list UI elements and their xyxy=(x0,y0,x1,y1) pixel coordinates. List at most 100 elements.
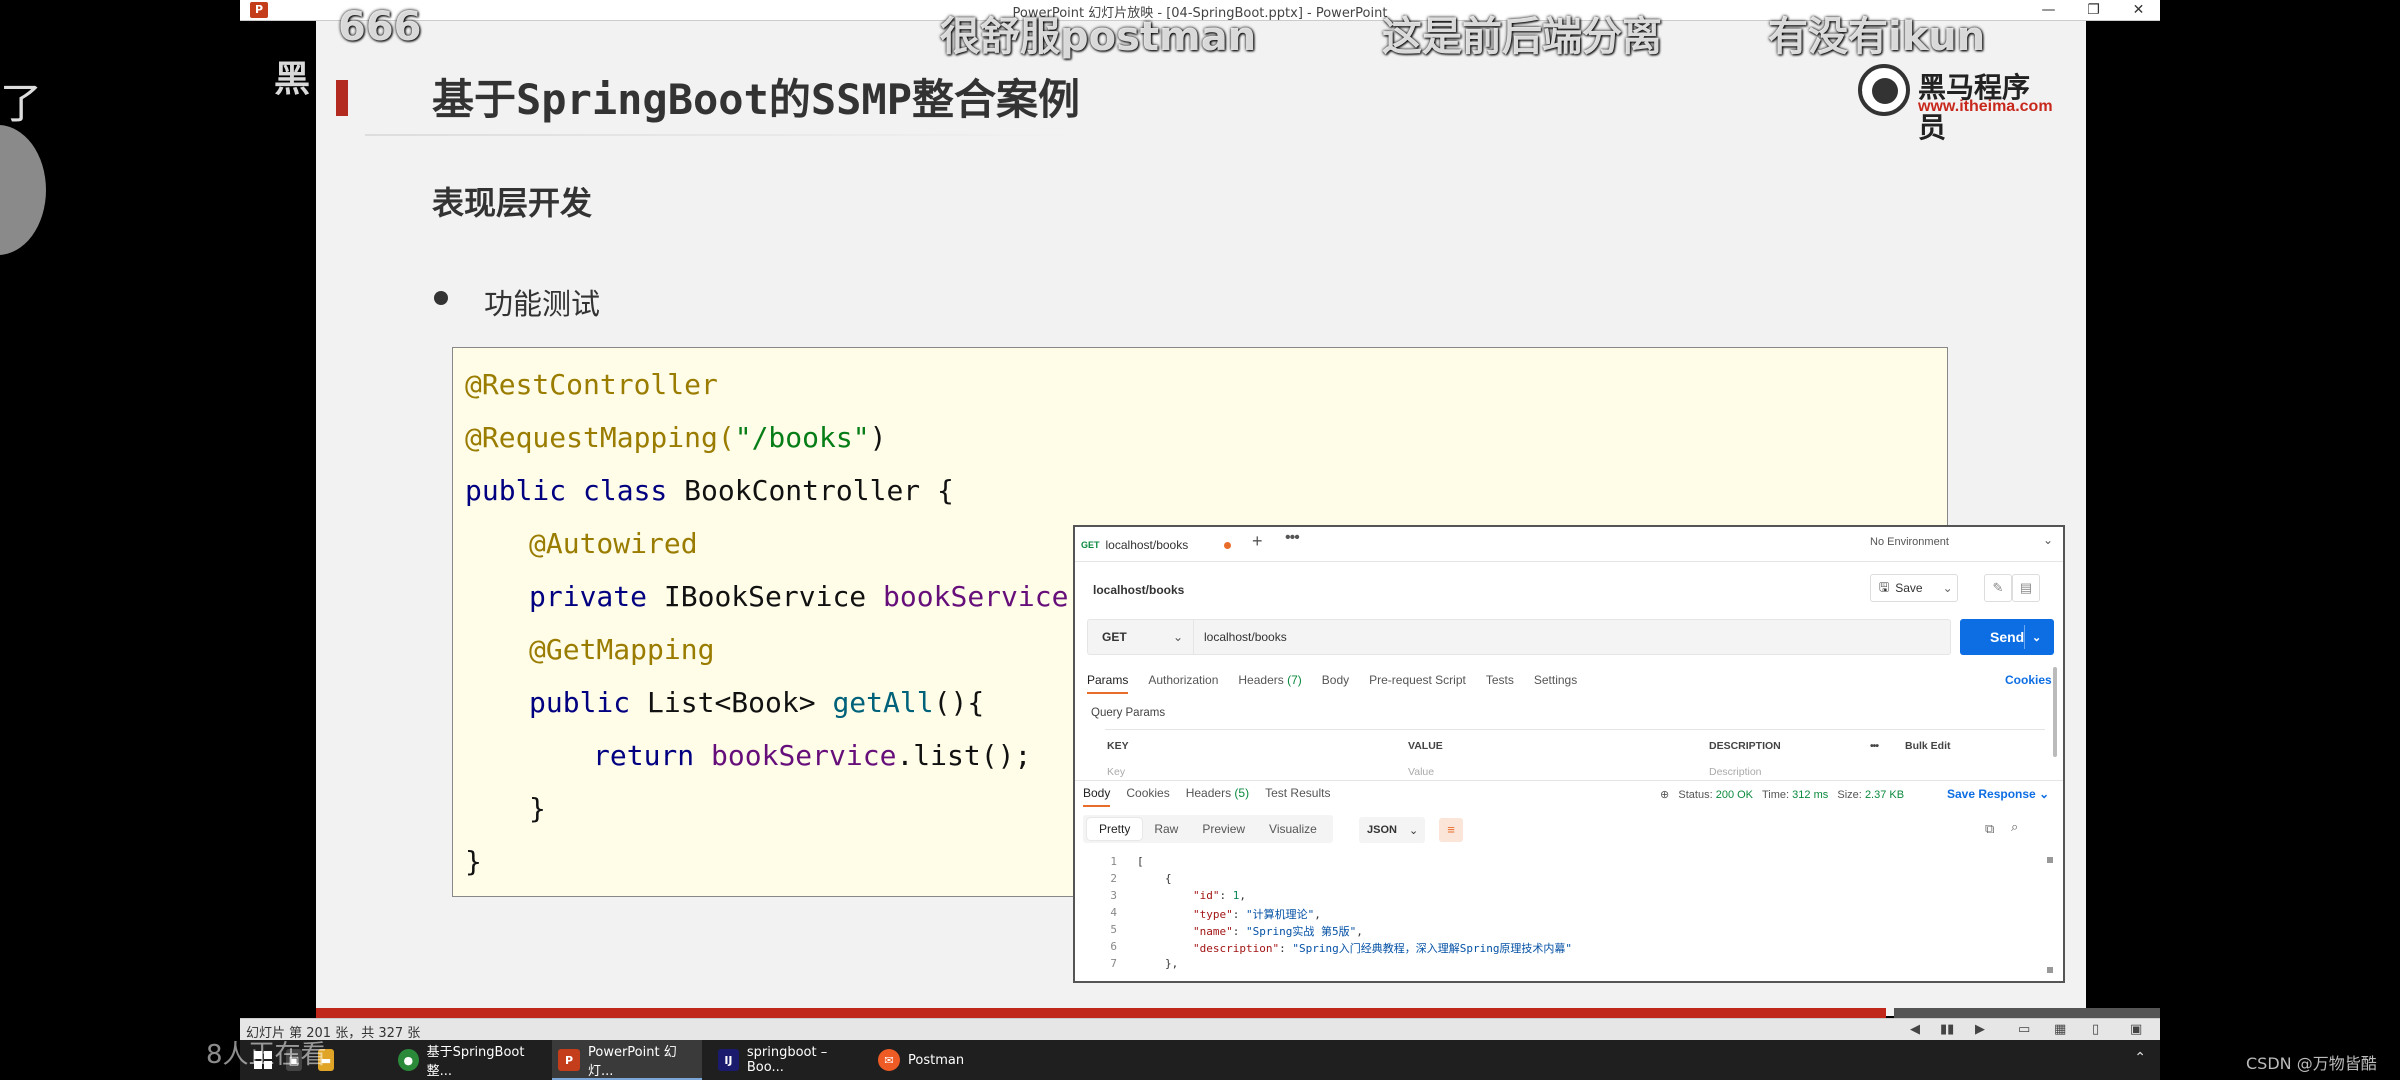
response-tabs: Body Cookies Headers (5) Test Results xyxy=(1083,786,1346,807)
postman-window[interactable]: GET localhost/books + ••• No Environment… xyxy=(1073,525,2065,983)
chevron-down-icon: ⌄ xyxy=(1172,630,1183,644)
comments-icon[interactable]: ▤ xyxy=(2012,574,2040,602)
resp-tab-test-results[interactable]: Test Results xyxy=(1265,786,1330,807)
new-tab-button[interactable]: + xyxy=(1252,531,1263,552)
taskbar-item-postman[interactable]: ✉ Postman xyxy=(872,1040,992,1080)
danmaku-comment: 黑 xyxy=(274,59,311,100)
taskbar: ▣ ▬ ● 基于SpringBoot整... P PowerPoint 幻灯..… xyxy=(240,1040,2160,1080)
code-field: bookService xyxy=(711,739,897,772)
view-raw[interactable]: Raw xyxy=(1142,818,1190,840)
danmaku-comment: 666 xyxy=(338,4,422,50)
size-value: 2.37 KB xyxy=(1864,789,1905,801)
code-text: BookController { xyxy=(667,474,954,507)
json-line: "type": "计算机理论", xyxy=(1193,908,1321,921)
chevron-down-icon[interactable]: ⌄ xyxy=(1943,581,1953,595)
format-select[interactable]: JSON ⌄ xyxy=(1359,817,1425,843)
line-number: 6 xyxy=(1110,940,1117,953)
query-params-label: Query Params xyxy=(1091,707,1166,719)
scroll-up-icon[interactable] xyxy=(2047,857,2053,863)
tab-body[interactable]: Body xyxy=(1322,673,1349,694)
send-label: Send xyxy=(1990,629,2025,645)
copy-icon[interactable]: ⧉ xyxy=(1985,821,1994,837)
request-tab[interactable]: GET localhost/books xyxy=(1081,533,1232,557)
tab-label: Headers xyxy=(1185,786,1232,800)
pause-icon[interactable]: ▮▮ xyxy=(1940,1022,1954,1037)
powerpoint-icon: P xyxy=(558,1049,580,1071)
resp-tab-cookies[interactable]: Cookies xyxy=(1126,786,1169,807)
tab-settings[interactable]: Settings xyxy=(1534,673,1577,694)
json-key: "id" xyxy=(1193,889,1220,902)
json-line: [ xyxy=(1137,855,1144,868)
url-input[interactable]: localhost/books xyxy=(1193,619,1951,655)
slideshow-icon[interactable]: ▣ xyxy=(2130,1022,2142,1037)
view-preview[interactable]: Preview xyxy=(1190,818,1257,840)
tab-headers[interactable]: Headers (7) xyxy=(1238,673,1301,694)
next-slide-icon[interactable]: ▶ xyxy=(1975,1022,1985,1037)
chevron-down-icon[interactable]: ⌄ xyxy=(2032,631,2041,644)
tab-prerequest-script[interactable]: Pre-request Script xyxy=(1369,673,1466,694)
view-visualize[interactable]: Visualize xyxy=(1257,818,1329,840)
chrome-icon: ● xyxy=(398,1049,419,1071)
itheima-logo: 黑马程序员 www.itheima.com xyxy=(1858,62,2053,144)
save-button[interactable]: 🖫 Save ⌄ xyxy=(1870,574,1958,602)
scrollbar[interactable] xyxy=(2053,667,2057,757)
response-body[interactable]: 1 2 3 4 5 6 7 [ { "id": 1, "type": "计算机理… xyxy=(1075,853,2063,981)
close-button[interactable]: ✕ xyxy=(2116,0,2161,21)
code-text: } xyxy=(529,792,546,825)
danmaku-comment: 有没有ikun xyxy=(1768,14,1986,60)
code-method: getAll xyxy=(832,686,934,719)
request-name[interactable]: localhost/books xyxy=(1093,583,1184,597)
restore-button[interactable]: ❐ xyxy=(2071,0,2116,21)
more-tabs-icon[interactable]: ••• xyxy=(1285,529,1300,547)
chevron-up-icon[interactable]: ⌃ xyxy=(2134,1050,2146,1066)
code-line: } xyxy=(465,845,482,878)
slide-sorter-icon[interactable]: ▦ xyxy=(2054,1022,2066,1037)
more-icon[interactable]: ••• xyxy=(1870,740,1879,752)
slide-progress-bar xyxy=(316,1008,1886,1018)
time-label: Time: xyxy=(1762,789,1790,801)
avatar xyxy=(0,125,46,255)
prev-slide-icon[interactable]: ◀ xyxy=(1910,1022,1920,1037)
description-input[interactable]: Description xyxy=(1709,766,1762,778)
environment-select[interactable]: No Environment xyxy=(1870,536,1949,548)
search-icon[interactable]: ⌕ xyxy=(2011,819,2018,835)
view-pretty[interactable]: Pretty xyxy=(1087,818,1143,840)
taskbar-item-chrome[interactable]: ● 基于SpringBoot整... xyxy=(392,1040,542,1080)
reading-view-icon[interactable]: ▯ xyxy=(2092,1022,2099,1037)
tab-authorization[interactable]: Authorization xyxy=(1148,673,1218,694)
code-annotation: @GetMapping xyxy=(529,633,715,666)
code-keyword: private xyxy=(529,580,648,613)
code-line: } xyxy=(529,792,546,825)
tab-params[interactable]: Params xyxy=(1087,673,1129,694)
tab-tests[interactable]: Tests xyxy=(1486,673,1514,694)
key-input[interactable]: Key xyxy=(1107,766,1125,778)
taskbar-item-intellij[interactable]: IJ springboot – Boo... xyxy=(712,1040,862,1080)
edit-icon[interactable]: ✎ xyxy=(1984,574,2012,602)
chevron-down-icon[interactable]: ⌄ xyxy=(2043,533,2053,547)
wrap-lines-icon[interactable]: ≡ xyxy=(1439,818,1463,842)
save-response-button[interactable]: Save Response ⌄ xyxy=(1947,787,2049,801)
code-annotation: @RequestMapping( xyxy=(465,421,735,454)
cookies-link[interactable]: Cookies xyxy=(2005,673,2052,687)
code-line: public class BookController { xyxy=(465,474,954,507)
taskbar-item-label: PowerPoint 幻灯... xyxy=(587,1045,677,1079)
json-line: { xyxy=(1165,872,1172,885)
code-keyword: public xyxy=(529,686,631,719)
code-line: private IBookService bookService; xyxy=(529,580,1085,613)
status-label: Status: xyxy=(1678,789,1713,801)
method-select[interactable]: GET ⌄ xyxy=(1087,619,1193,655)
minimize-button[interactable]: — xyxy=(2026,0,2071,21)
bulk-edit-link[interactable]: Bulk Edit xyxy=(1905,740,1951,752)
unsaved-dot-icon xyxy=(1224,541,1232,549)
normal-view-icon[interactable]: ▭ xyxy=(2018,1022,2030,1037)
resp-tab-body[interactable]: Body xyxy=(1083,786,1111,807)
taskbar-item-powerpoint[interactable]: P PowerPoint 幻灯... xyxy=(552,1040,702,1080)
bullet-text: 功能测试 xyxy=(484,287,601,321)
view-mode-tabs: Pretty Raw Preview Visualize xyxy=(1083,815,1333,843)
send-button[interactable]: Send ⌄ xyxy=(1960,619,2054,655)
resp-tab-headers[interactable]: Headers (5) xyxy=(1186,786,1249,807)
slide-title: 基于SpringBoot的SSMP整合案例 xyxy=(432,75,1081,124)
scroll-down-icon[interactable] xyxy=(2047,967,2053,973)
value-input[interactable]: Value xyxy=(1408,766,1434,778)
